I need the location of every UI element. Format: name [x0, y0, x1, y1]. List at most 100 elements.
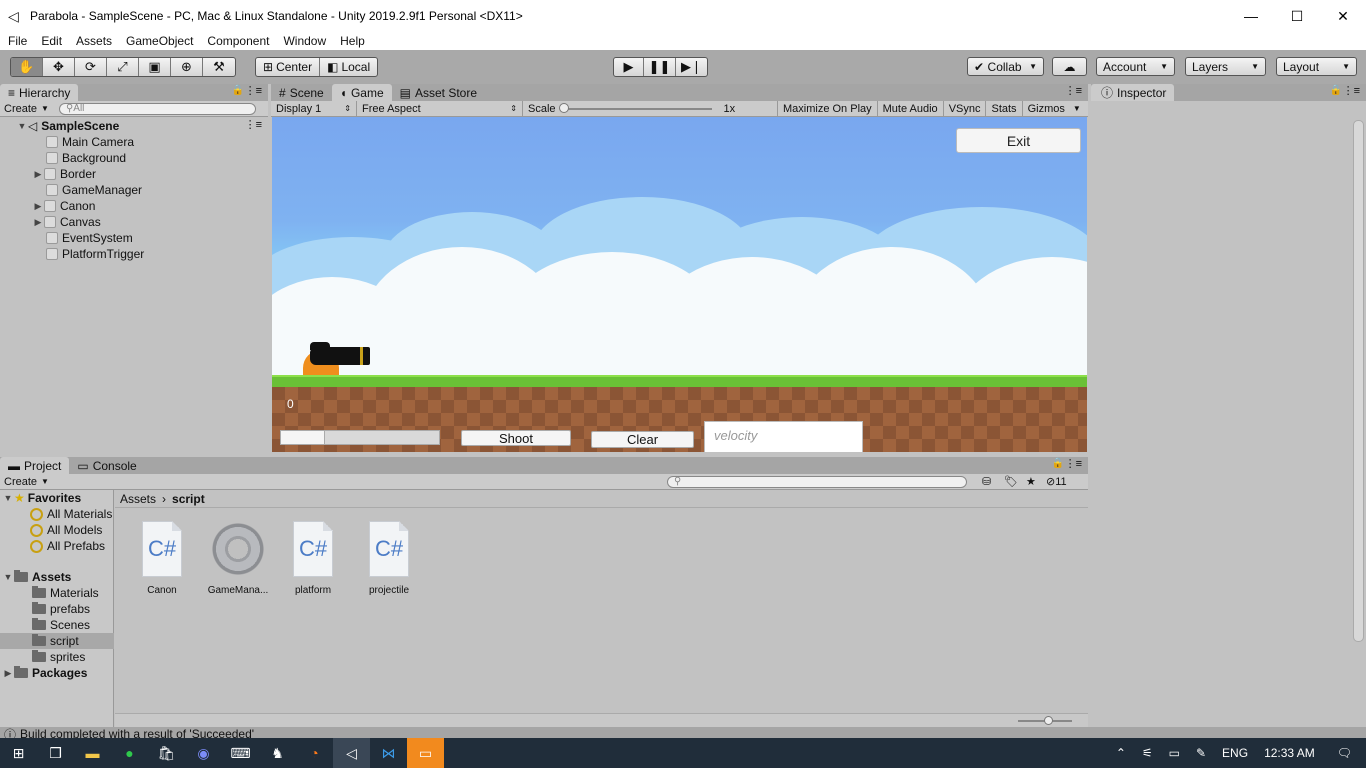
rect-tool-icon[interactable]: ▣	[139, 58, 171, 76]
file-explorer-icon[interactable]: ▬	[74, 738, 111, 768]
network-icon[interactable]: ⚟	[1134, 746, 1161, 760]
tab-hierarchy[interactable]: ≡ Hierarchy	[0, 84, 79, 101]
windows-start-icon[interactable]: ⊞	[0, 738, 37, 768]
hierarchy-item-main-camera[interactable]: Main Camera	[46, 134, 134, 150]
notification-icon[interactable]: 🗨	[1323, 746, 1366, 760]
lock-icon[interactable]: 🔒	[1330, 85, 1342, 96]
slider-thumb[interactable]	[558, 102, 569, 113]
scale-slider[interactable]	[558, 102, 712, 113]
hierarchy-item-platformtrigger[interactable]: PlatformTrigger	[46, 246, 144, 262]
scale-tool-icon[interactable]: ⤢	[107, 58, 139, 76]
hierarchy-create-button[interactable]: Create ▼	[0, 102, 53, 116]
gizmos-dropdown[interactable]: Gizmos ▼	[1023, 101, 1086, 117]
pause-button[interactable]: ❚❚	[644, 58, 676, 76]
slider-thumb[interactable]	[1044, 716, 1053, 725]
breadcrumb-script[interactable]: script	[172, 492, 205, 506]
keyboard-icon[interactable]: ⌨	[222, 738, 259, 768]
clock[interactable]: 12:33 AM	[1256, 746, 1323, 760]
asset-projectile[interactable]: C# projectile	[351, 521, 427, 596]
expand-arrow-icon[interactable]: ▼	[2, 572, 14, 582]
display-dropdown[interactable]: Display 1 ⇕	[271, 100, 357, 117]
tab-scene[interactable]: # Scene	[271, 84, 332, 101]
panel-menu-icon[interactable]: ⋮≡	[245, 84, 262, 97]
maximize-on-play-toggle[interactable]: Maximize On Play	[778, 100, 878, 117]
mute-audio-toggle[interactable]: Mute Audio	[878, 100, 944, 117]
battery-icon[interactable]: ▭	[1161, 746, 1188, 760]
hierarchy-item-border[interactable]: ▶ Border	[32, 166, 97, 182]
menu-edit[interactable]: Edit	[33, 34, 68, 48]
account-dropdown[interactable]: Account ▼	[1096, 57, 1175, 76]
rotate-tool-icon[interactable]: ⟳	[75, 58, 107, 76]
asset-gamemanager[interactable]: GameMana...	[200, 521, 276, 596]
discord-icon[interactable]: ◉	[185, 738, 222, 768]
collab-dropdown[interactable]: ✔ Collab ▼	[967, 57, 1044, 76]
line-app-icon[interactable]: ●	[111, 738, 148, 768]
unity-icon[interactable]: ◁	[333, 738, 370, 768]
asset-platform[interactable]: C# platform	[275, 521, 351, 596]
tab-asset-store[interactable]: ▤ Asset Store	[392, 84, 485, 101]
hierarchy-search-input[interactable]: ⚲ All	[58, 102, 256, 115]
close-button[interactable]: ✕	[1320, 0, 1366, 32]
project-create-button[interactable]: Create ▼	[0, 475, 53, 489]
layers-dropdown[interactable]: Layers ▼	[1185, 57, 1266, 76]
menu-window[interactable]: Window	[275, 34, 332, 48]
panel-menu-icon[interactable]: ⋮≡	[1343, 84, 1360, 97]
asset-canon[interactable]: C# Canon	[124, 521, 200, 596]
hidden-count[interactable]: ⊘11	[1046, 475, 1067, 488]
game-viewport[interactable]: Exit 0 Shoot Clear velocity	[272, 117, 1087, 452]
app-icon[interactable]: ♞	[259, 738, 296, 768]
expand-arrow-icon[interactable]: ▼	[2, 493, 14, 503]
menu-assets[interactable]: Assets	[68, 34, 118, 48]
inspector-scrollbar[interactable]	[1353, 120, 1364, 642]
expand-arrow-icon[interactable]: ▶	[32, 201, 44, 212]
assets-folder[interactable]: ▼ Assets	[2, 569, 116, 585]
stats-toggle[interactable]: Stats	[986, 100, 1023, 117]
task-view-icon[interactable]: ❒	[37, 738, 74, 768]
shoot-button[interactable]: Shoot	[461, 430, 571, 446]
folder-script[interactable]: script	[0, 633, 114, 649]
custom-tool-icon[interactable]: ⚒	[203, 58, 235, 76]
store-icon[interactable]: 🛍	[148, 738, 185, 768]
power-slider[interactable]	[280, 430, 440, 445]
panel-menu-icon[interactable]: ⋮≡	[1065, 84, 1082, 97]
velocity-input[interactable]: velocity	[704, 421, 863, 452]
lock-icon[interactable]: 🔒	[1052, 458, 1064, 469]
expand-arrow-icon[interactable]: ▶	[32, 169, 44, 180]
lock-icon[interactable]: 🔒	[232, 85, 244, 96]
language-indicator[interactable]: ENG	[1214, 746, 1256, 760]
tab-inspector[interactable]: ⓘ Inspector	[1091, 84, 1175, 101]
favorites-header[interactable]: ▼ ★ Favorites	[2, 490, 116, 506]
maximize-button[interactable]: ☐	[1274, 0, 1320, 32]
exit-button[interactable]: Exit	[956, 128, 1081, 153]
panel-menu-icon[interactable]: ⋮≡	[1065, 457, 1082, 470]
layout-dropdown[interactable]: Layout ▼	[1276, 57, 1357, 76]
hierarchy-item-background[interactable]: Background	[46, 150, 126, 166]
favorite-star-icon[interactable]: ★	[1026, 475, 1036, 488]
project-search-input[interactable]: ⚲	[667, 475, 967, 488]
aspect-dropdown[interactable]: Free Aspect ⇕	[357, 100, 523, 117]
game-window-icon[interactable]: ▭	[407, 738, 444, 768]
hierarchy-item-gamemanager[interactable]: GameManager	[46, 182, 142, 198]
expand-arrow-icon[interactable]: ▶	[2, 668, 14, 679]
pivot-center-button[interactable]: ⊞ Center	[256, 58, 321, 76]
tab-console[interactable]: ▭ Console	[69, 457, 144, 474]
tab-game[interactable]: ◖ Game	[331, 84, 392, 101]
hand-tool-icon[interactable]: ✋	[11, 58, 43, 76]
chevron-up-icon[interactable]: ⌃	[1108, 746, 1134, 760]
step-button[interactable]: ▶❘	[676, 58, 707, 76]
menu-component[interactable]: Component	[199, 34, 275, 48]
clear-button[interactable]: Clear	[591, 431, 694, 448]
move-tool-icon[interactable]: ✥	[43, 58, 75, 76]
packages-folder[interactable]: ▶ Packages	[2, 665, 116, 681]
pen-icon[interactable]: ✎	[1188, 746, 1214, 760]
menu-file[interactable]: File	[0, 34, 33, 48]
transform-tool-icon[interactable]: ⊕	[171, 58, 203, 76]
hierarchy-item-canvas[interactable]: ▶ Canvas	[32, 214, 101, 230]
vsync-toggle[interactable]: VSync	[944, 100, 987, 117]
breadcrumb-assets[interactable]: Assets	[120, 492, 156, 506]
filter-type-icon[interactable]: ⛁	[982, 475, 991, 488]
expand-arrow-icon[interactable]: ▼	[16, 121, 28, 131]
tab-project[interactable]: ▬ Project	[0, 457, 70, 474]
power-slider-fill[interactable]	[281, 431, 326, 444]
filter-label-icon[interactable]: 🏷	[1004, 475, 1018, 488]
